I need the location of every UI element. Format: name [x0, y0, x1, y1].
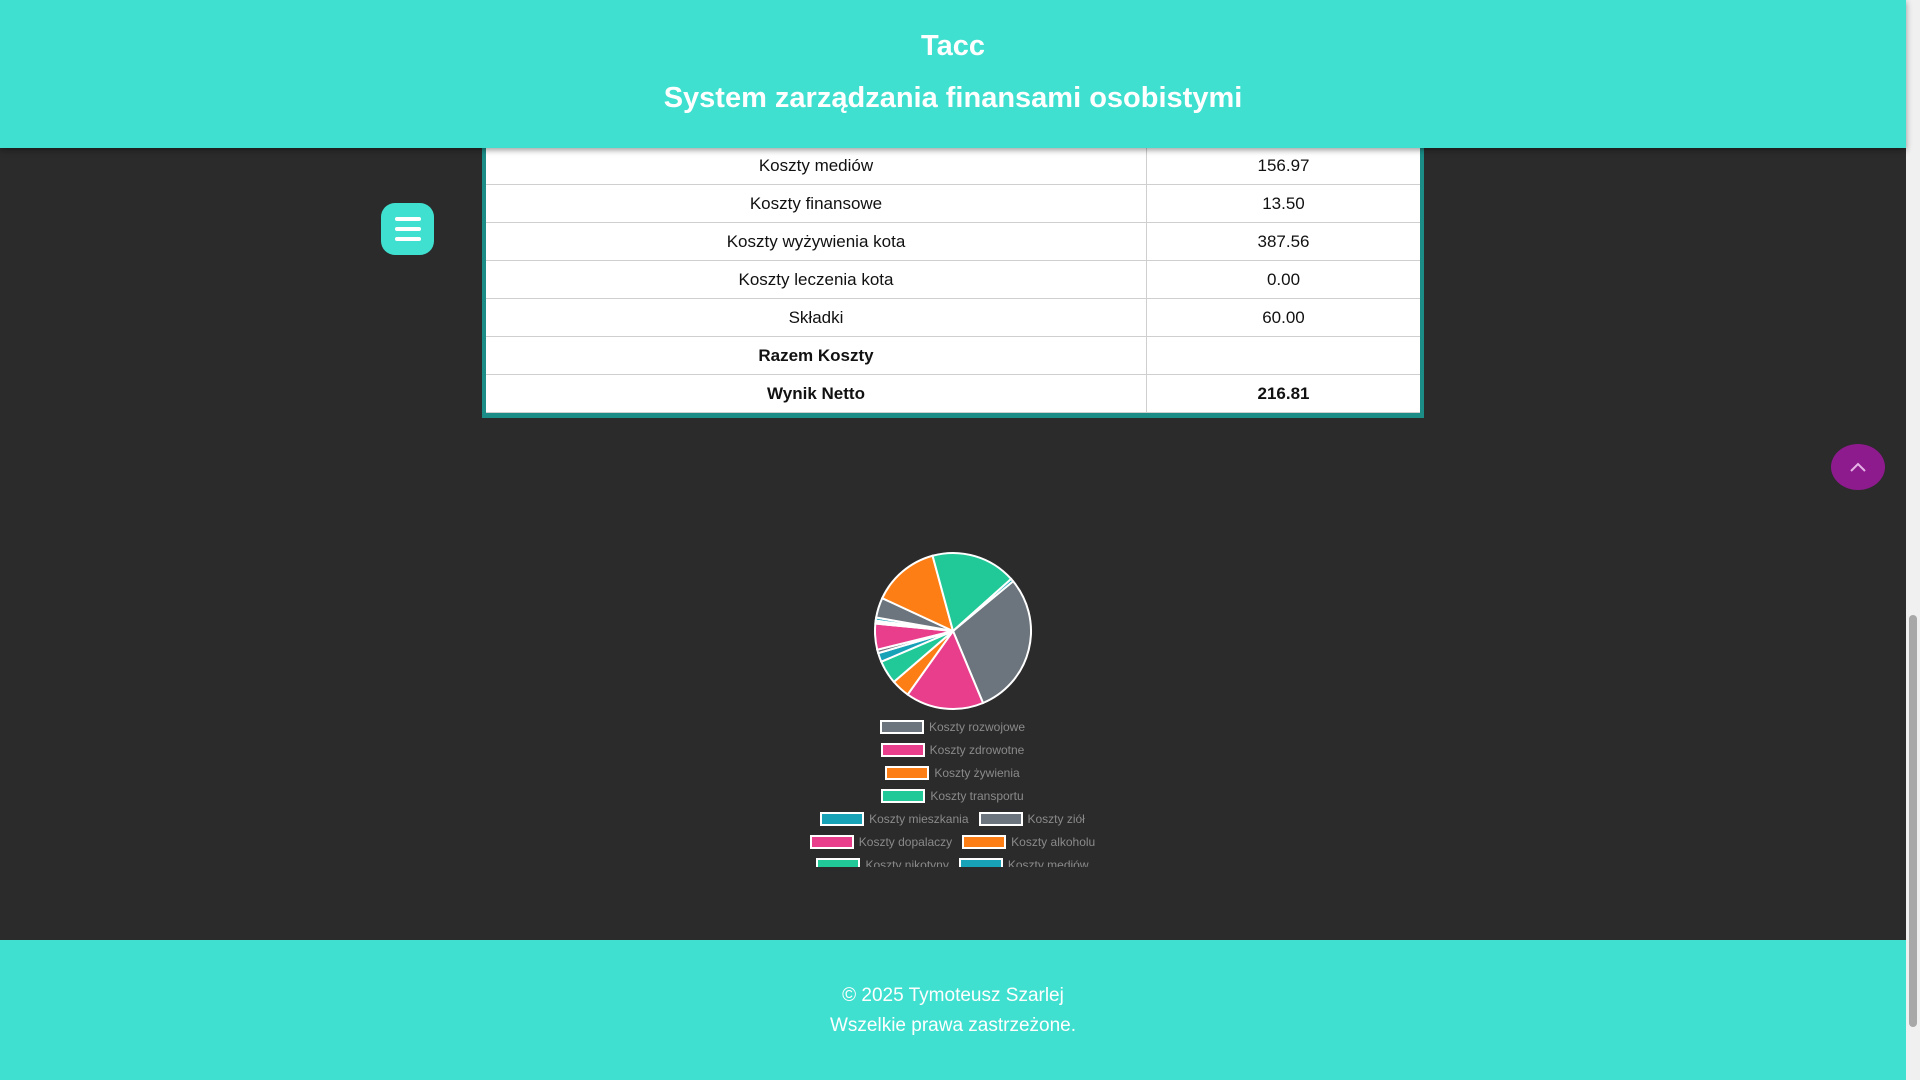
chevron-up-icon	[1850, 462, 1866, 472]
legend-label: Koszty alkoholu	[1011, 835, 1096, 849]
legend-item[interactable]: Koszty nikotyny	[816, 855, 949, 867]
legend-label: Koszty żywienia	[934, 766, 1020, 780]
legend-item[interactable]: Koszty żywienia	[885, 763, 1020, 783]
app-subtitle: System zarządzania finansami osobistymi	[663, 82, 1243, 114]
legend-label: Koszty transportu	[930, 789, 1024, 803]
table-row: Koszty leczenia kota 0.00	[486, 260, 1420, 299]
row-value: 60.00	[1146, 298, 1420, 337]
row-label: Wynik Netto	[486, 374, 1147, 413]
table-row: Składki 60.00	[486, 298, 1420, 337]
table-row: Koszty mediów 156.97	[486, 148, 1420, 185]
menu-toggle-button[interactable]	[381, 203, 434, 255]
summary-table: Koszty mediów 156.97 Koszty finansowe 13.50…	[482, 148, 1424, 418]
row-value: 156.97	[1146, 148, 1420, 185]
table-row: Koszty wyżywienia kota 387.56	[486, 222, 1420, 261]
legend-label: Koszty ziół	[1027, 812, 1085, 826]
legend-swatch	[880, 743, 925, 757]
legend-item[interactable]: Koszty transportu	[881, 786, 1024, 806]
legend-item[interactable]: Koszty mieszkania	[820, 809, 969, 829]
row-label: Składki	[486, 298, 1147, 337]
legend-swatch	[820, 812, 865, 826]
legend-swatch	[962, 835, 1007, 849]
row-value	[1146, 336, 1420, 375]
legend-item[interactable]: Koszty alkoholu	[962, 832, 1095, 852]
row-label: Koszty leczenia kota	[486, 260, 1147, 299]
legend-item[interactable]: Koszty dopalaczy	[809, 832, 953, 852]
legend-item[interactable]: Koszty mediów	[958, 855, 1089, 867]
legend-label: Koszty nikotyny	[865, 858, 949, 867]
table-row: Koszty finansowe 13.50	[486, 184, 1420, 223]
legend-swatch	[881, 789, 926, 803]
legend-swatch	[885, 766, 930, 780]
row-value: 13.50	[1146, 184, 1420, 223]
legend-label: Koszty zdrowotne	[929, 743, 1025, 757]
scroll-to-top-button[interactable]	[1831, 444, 1885, 490]
legend-item[interactable]: Koszty zdrowotne	[880, 740, 1025, 760]
row-label: Koszty mediów	[486, 148, 1147, 185]
legend-item[interactable]: Koszty ziół	[978, 809, 1085, 829]
row-value: 216.81	[1146, 374, 1420, 413]
site-header: Tacc System zarządzania finansami osobis…	[0, 0, 1906, 148]
legend-swatch	[958, 858, 1003, 867]
hamburger-icon	[394, 217, 421, 241]
scrollbar-thumb[interactable]	[1909, 615, 1917, 1027]
footer-copyright: © 2025 Tymoteusz Szarlej	[842, 985, 1064, 1006]
site-footer: © 2025 Tymoteusz Szarlej Wszelkie prawa …	[0, 940, 1906, 1080]
legend-swatch	[816, 858, 861, 867]
legend-label: Koszty dopalaczy	[858, 835, 953, 849]
row-value: 387.56	[1146, 222, 1420, 261]
brand-title: Tacc	[921, 30, 985, 62]
footer-rights: Wszelkie prawa zastrzeżone.	[829, 1015, 1077, 1036]
row-label: Koszty wyżywienia kota	[486, 222, 1147, 261]
row-label: Razem Koszty	[486, 336, 1147, 375]
row-label: Koszty finansowe	[486, 184, 1147, 223]
row-value: 0.00	[1146, 260, 1420, 299]
legend-label: Koszty mieszkania	[869, 812, 969, 826]
table-row: Wynik Netto 216.81	[486, 374, 1420, 413]
table-row: Razem Koszty	[486, 336, 1420, 375]
legend-swatch	[809, 835, 854, 849]
legend-item[interactable]: Koszty rozwojowe	[879, 717, 1026, 737]
page-scrollbar[interactable]	[1906, 0, 1920, 1080]
pie-chart-svg	[874, 552, 1032, 710]
legend-swatch	[879, 720, 924, 734]
expense-pie-chart: Koszty rozwojowe Koszty zdrowotne Koszty ż…	[800, 545, 1105, 867]
legend-swatch	[978, 812, 1023, 826]
legend-label: Koszty rozwojowe	[928, 720, 1026, 734]
legend-label: Koszty mediów	[1007, 858, 1089, 867]
